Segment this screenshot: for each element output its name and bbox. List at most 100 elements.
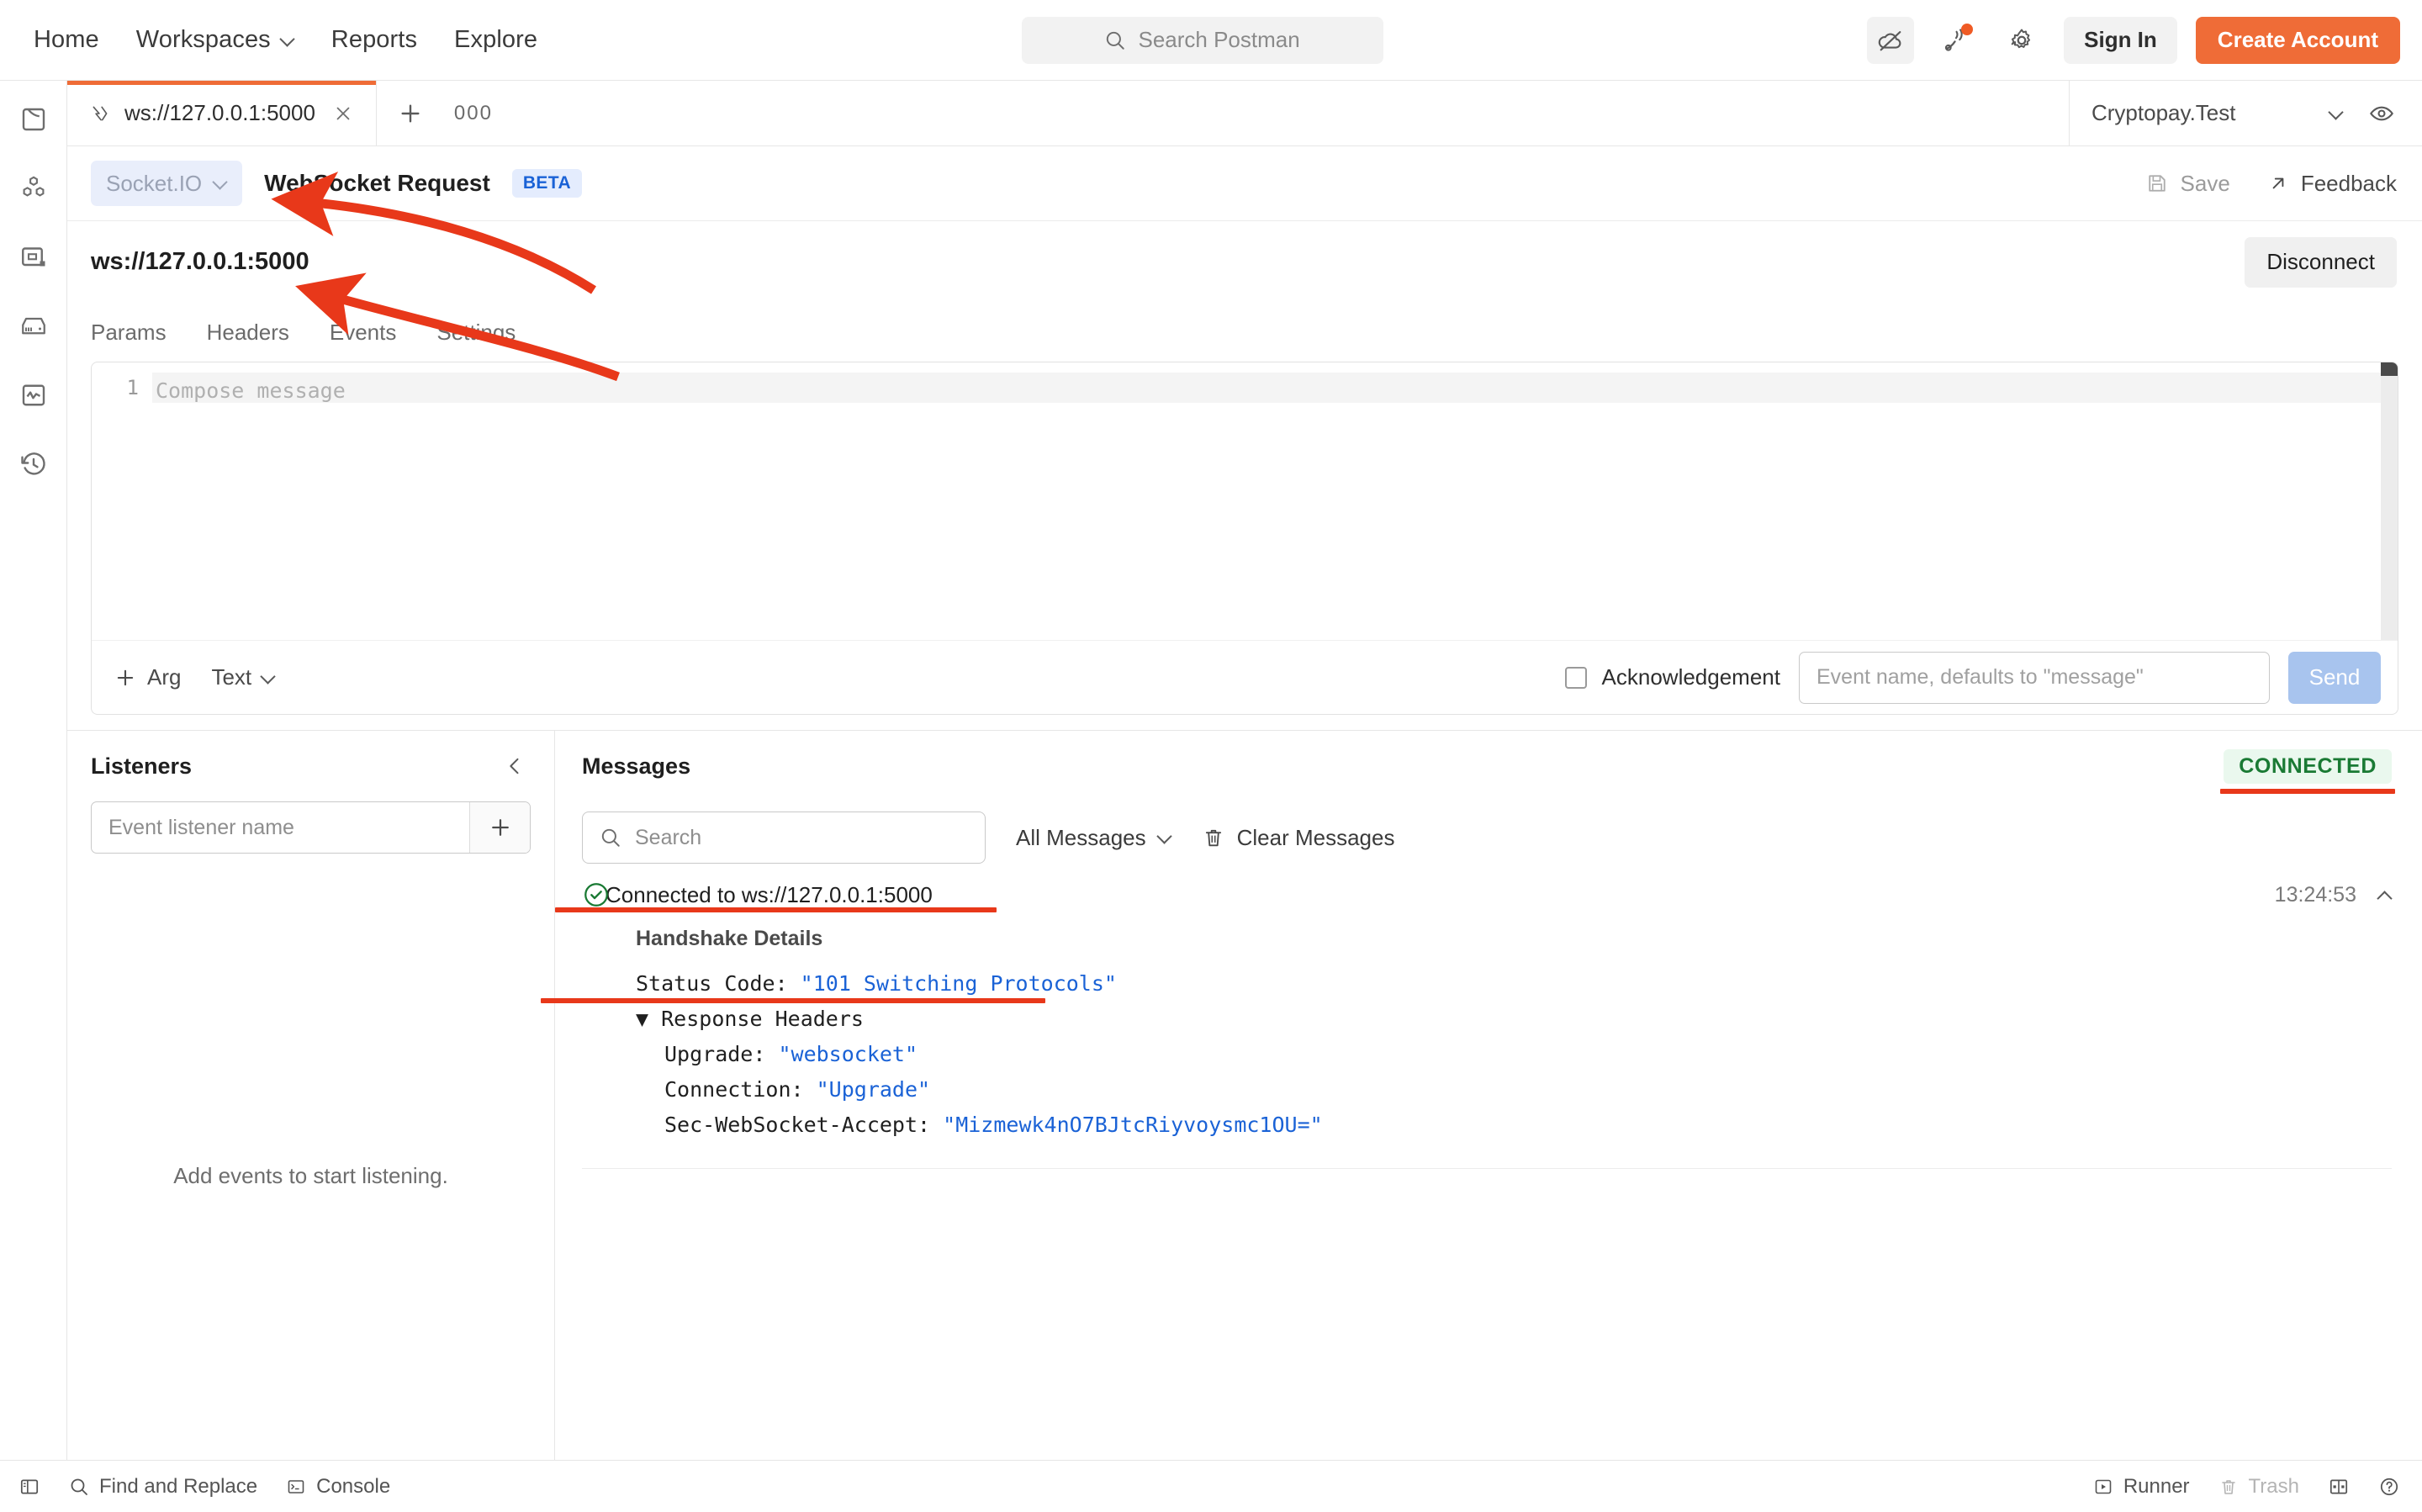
request-tabs: Params Headers Events Settings — [67, 303, 2422, 362]
protocol-selector[interactable]: Socket.IO — [91, 161, 243, 206]
plus-icon — [117, 669, 134, 685]
rail-item-mock-servers[interactable] — [15, 308, 52, 345]
rail-item-history[interactable] — [15, 446, 52, 483]
console-button[interactable]: Console — [286, 1475, 390, 1499]
request-tab-label: ws://127.0.0.1:5000 — [124, 100, 315, 125]
response-headers-toggle[interactable]: ▼ Response Headers — [636, 1002, 2392, 1037]
listeners-panel: Listeners Event listener name Add events… — [67, 731, 555, 1460]
messages-panel: Messages CONNECTED Search All Messages C… — [555, 731, 2422, 1460]
scrollbar-thumb[interactable] — [2381, 362, 2398, 376]
create-account-button[interactable]: Create Account — [2195, 16, 2400, 64]
mock-servers-icon — [21, 317, 45, 335]
trash-button[interactable]: Trash — [2218, 1475, 2299, 1499]
request-meta-actions: Save Feedback — [2145, 171, 2397, 197]
save-icon — [2148, 175, 2166, 192]
chevron-down-icon — [262, 671, 275, 685]
collapse-listeners-button[interactable] — [502, 753, 527, 779]
nav-item-label: Home — [34, 26, 99, 53]
gear-icon — [2011, 29, 2031, 48]
message-editor[interactable]: 1 Compose message — [92, 362, 2398, 640]
save-label: Save — [2180, 170, 2230, 196]
global-search-wrap: Search Postman — [537, 16, 1867, 64]
environment-selector[interactable]: Cryptopay.Test — [2069, 81, 2422, 145]
listeners-header: Listeners — [67, 731, 554, 801]
eye-icon — [2370, 106, 2393, 120]
tab-params[interactable]: Params — [91, 320, 167, 346]
help-button[interactable] — [2378, 1476, 2400, 1498]
status-code-key: Status Code: — [636, 971, 801, 996]
trash-icon — [2221, 1479, 2235, 1494]
editor-area[interactable]: Compose message — [152, 362, 2398, 640]
message-meta: 13:24:53 — [2275, 883, 2392, 907]
rail-item-environments[interactable] — [15, 239, 52, 276]
response-header-row: Upgrade: "websocket" — [636, 1037, 2392, 1072]
new-tab-button[interactable] — [377, 81, 444, 145]
add-arg-button[interactable]: Arg — [114, 664, 181, 690]
event-name-input[interactable]: Event name, defaults to "message" — [1799, 651, 2270, 704]
sidebar-toggle-button[interactable] — [19, 1476, 40, 1498]
chevron-up-icon[interactable] — [2378, 889, 2392, 902]
save-button[interactable]: Save — [2145, 171, 2230, 197]
global-search-input[interactable]: Search Postman — [1021, 16, 1383, 64]
send-button[interactable]: Send — [2288, 651, 2381, 704]
header-actions: Sign In Create Account — [1867, 16, 2400, 64]
rail-item-apis[interactable] — [15, 170, 52, 207]
close-icon[interactable] — [329, 99, 357, 128]
postman-window: Home Workspaces Reports Explore Search P… — [0, 0, 2422, 1512]
response-headers-label: Response Headers — [661, 1007, 864, 1031]
underline-status-code — [541, 998, 1045, 1003]
messages-title: Messages — [582, 753, 691, 779]
console-label: Console — [316, 1474, 391, 1498]
request-tab[interactable]: ws://127.0.0.1:5000 — [67, 81, 377, 145]
rail-item-monitors[interactable] — [15, 377, 52, 414]
listener-name-input[interactable]: Event listener name — [91, 801, 531, 854]
nav-item-reports[interactable]: Reports — [331, 26, 417, 54]
message-item: Connected to ws://127.0.0.1:5000 13:24:5… — [582, 874, 2392, 1169]
sign-in-button[interactable]: Sign In — [2064, 16, 2177, 64]
acknowledgement-toggle[interactable]: Acknowledgement — [1564, 664, 1780, 690]
messages-search-input[interactable]: Search — [582, 812, 986, 864]
find-and-replace-button[interactable]: Find and Replace — [69, 1475, 257, 1499]
feedback-button[interactable]: Feedback — [2267, 171, 2397, 197]
tab-headers[interactable]: Headers — [207, 320, 289, 346]
nav-item-explore[interactable]: Explore — [454, 26, 537, 54]
underline-connected-message — [555, 907, 997, 912]
listeners-title: Listeners — [91, 753, 193, 779]
message-divider — [582, 1168, 2392, 1169]
disclosure-triangle-icon: ▼ — [636, 1007, 649, 1031]
external-link-icon — [2272, 177, 2284, 189]
history-icon — [20, 452, 45, 475]
composer-footer-right: Acknowledgement Event name, defaults to … — [1564, 651, 2381, 704]
help-icon — [2380, 1478, 2398, 1495]
tab-settings[interactable]: Settings — [436, 320, 516, 346]
nav-item-workspaces[interactable]: Workspaces — [136, 26, 294, 54]
disconnect-button[interactable]: Disconnect — [2245, 236, 2397, 288]
tab-events[interactable]: Events — [330, 320, 397, 346]
layout-toggle-button[interactable] — [2328, 1476, 2350, 1498]
environment-quick-look-button[interactable] — [2363, 100, 2400, 127]
protocol-label: Socket.IO — [106, 170, 203, 196]
settings-button[interactable] — [1998, 17, 2045, 64]
message-format-selector[interactable]: Text — [211, 664, 275, 690]
clear-messages-button[interactable]: Clear Messages — [1202, 825, 1394, 851]
runner-button[interactable]: Runner — [2093, 1475, 2190, 1499]
status-bar: Find and Replace Console Runner Trash — [0, 1460, 2422, 1512]
request-url[interactable]: ws://127.0.0.1:5000 — [91, 248, 309, 276]
handshake-details: Handshake Details Status Code: "101 Swit… — [582, 913, 2392, 1143]
notification-badge — [1961, 23, 1974, 35]
editor-scrollbar[interactable] — [2381, 362, 2398, 640]
messages-filter-dropdown[interactable]: All Messages — [1016, 825, 1171, 851]
environments-icon — [21, 247, 45, 267]
nav-item-home[interactable]: Home — [34, 26, 99, 54]
composer-wrap: 1 Compose message Arg Text Acknowledgeme… — [67, 362, 2422, 715]
tab-options-button[interactable]: 000 — [444, 81, 503, 145]
notifications-button[interactable] — [1933, 17, 1980, 64]
messages-filter-label: All Messages — [1016, 824, 1146, 850]
acknowledgement-checkbox[interactable] — [1564, 666, 1587, 689]
add-listener-button[interactable] — [469, 802, 530, 853]
sidebar-toggle-icon — [20, 1479, 39, 1493]
cloud-offline-button[interactable] — [1867, 16, 1915, 64]
search-icon — [601, 828, 620, 847]
rail-item-collections[interactable] — [15, 101, 52, 138]
header-value: "websocket" — [778, 1042, 918, 1066]
